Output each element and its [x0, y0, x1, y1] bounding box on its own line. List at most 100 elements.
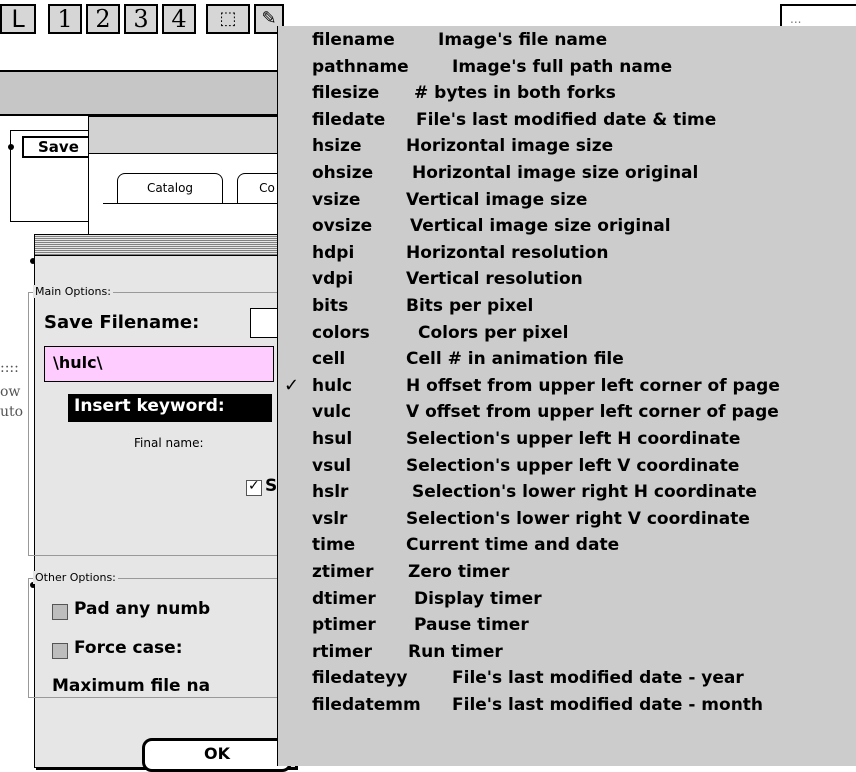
- edge-text-dots: ::::: [0, 360, 19, 376]
- menu-item-rtimer[interactable]: rtimer Run timer: [278, 640, 856, 667]
- menu-item-key: bits: [312, 296, 349, 316]
- menu-item-key: rtimer: [312, 641, 372, 662]
- menu-item-description: Run timer: [408, 641, 503, 662]
- menu-item-key: dtimer: [312, 588, 376, 609]
- edge-text-ow: ow: [0, 384, 21, 400]
- menu-item-key: ztimer: [312, 562, 374, 582]
- menu-item-filedate[interactable]: filedate File's last modified date & time: [278, 108, 856, 135]
- menu-item-description: Selection's upper left H coordinate: [406, 429, 741, 449]
- tool-button-4[interactable]: 4: [162, 4, 196, 34]
- menu-item-description: Display timer: [414, 588, 542, 609]
- insert-keyword-popup[interactable]: Insert keyword:: [68, 394, 272, 422]
- menu-item-description: V offset from upper left corner of page: [406, 402, 779, 423]
- bullet-dot: [8, 144, 14, 150]
- filename-pattern-field[interactable]: \hulc\: [44, 346, 274, 382]
- menu-item-hdpi[interactable]: hdpi Horizontal resolution: [278, 241, 856, 268]
- tool-button-a[interactable]: ᒪ: [0, 4, 36, 34]
- catalog-window-titlebar[interactable]: [89, 117, 309, 154]
- menu-item-description: H offset from upper left corner of page: [406, 375, 780, 396]
- menu-item-key: vslr: [312, 508, 348, 529]
- tab-catalog[interactable]: Catalog: [117, 173, 223, 203]
- edge-text-uto: uto: [0, 404, 24, 420]
- dialog-titlebar[interactable]: [35, 235, 295, 256]
- menu-item-ohsize[interactable]: ohsize Horizontal image size original: [278, 161, 856, 188]
- save-filename-label: Save Filename:: [44, 312, 200, 333]
- menu-item-vsize[interactable]: vsize Vertical image size: [278, 188, 856, 215]
- menu-item-description: Cell # in animation file: [406, 349, 624, 370]
- menu-item-filedatemm[interactable]: filedatemm File's last modified date - mo…: [278, 693, 856, 720]
- menu-item-key: filesize: [312, 83, 380, 104]
- menu-item-dtimer[interactable]: dtimer Display timer: [278, 587, 856, 614]
- menu-item-ztimer[interactable]: ztimer Zero timer: [278, 560, 856, 587]
- menu-item-hslr[interactable]: hslr Selection's lower right H coordinate: [278, 480, 856, 507]
- menu-item-vslr[interactable]: vslr Selection's lower right V coordinate: [278, 507, 856, 534]
- menu-item-cell[interactable]: cell Cell # in animation file: [278, 347, 856, 374]
- menu-item-key: filedatemm: [312, 695, 421, 715]
- menu-item-pathname[interactable]: pathname Image's full path name: [278, 55, 856, 82]
- menu-item-ovsize[interactable]: ovsize Vertical image size original: [278, 214, 856, 241]
- menu-item-description: File's last modified date & time: [416, 109, 717, 130]
- menu-item-description: Image's full path name: [452, 56, 673, 77]
- menu-item-description: Pause timer: [414, 615, 529, 636]
- menu-item-key: hsize: [312, 136, 362, 157]
- menu-item-description: Current time and date: [406, 535, 620, 556]
- menu-item-description: Selection's lower right V coordinate: [406, 508, 750, 529]
- s-checkbox[interactable]: ✓: [246, 478, 262, 496]
- menu-item-key: vdpi: [312, 269, 354, 290]
- menu-item-filename[interactable]: filename Image's file name: [278, 28, 856, 55]
- final-name-label: Final name:: [134, 436, 204, 450]
- save-filename-field[interactable]: [250, 308, 280, 338]
- pad-numbers-checkbox[interactable]: [52, 604, 68, 620]
- menu-item-description: Bits per pixel: [406, 296, 534, 316]
- menu-item-hsize[interactable]: hsize Horizontal image size: [278, 134, 856, 161]
- menu-item-key: vsul: [312, 455, 352, 476]
- marquee-select-icon[interactable]: ⬚: [206, 4, 250, 34]
- menu-item-description: Vertical resolution: [406, 269, 583, 290]
- menu-item-vulc[interactable]: vulc V offset from upper left corner of p…: [278, 400, 856, 427]
- force-case-checkbox[interactable]: [52, 643, 68, 659]
- keyword-popup-menu: filename Image's file name pathname Image's…: [277, 26, 856, 766]
- menu-item-description: Colors per pixel: [418, 322, 569, 343]
- menu-item-description: File's last modified date - year: [452, 668, 744, 689]
- menu-item-vsul[interactable]: vsul Selection's upper left V coordinate: [278, 454, 856, 481]
- menu-item-key: vsize: [312, 189, 361, 210]
- s-checkbox-label: S: [265, 476, 278, 496]
- tool-button-3[interactable]: 3: [124, 4, 158, 34]
- menu-item-key: ptimer: [312, 615, 376, 636]
- menu-item-description: Horizontal resolution: [406, 242, 609, 263]
- menu-item-key: filedateyy: [312, 668, 408, 689]
- tool-button-2[interactable]: 2: [86, 4, 120, 34]
- menu-item-key: ovsize: [312, 216, 373, 237]
- menu-item-description: Selection's lower right H coordinate: [412, 482, 757, 503]
- menu-item-key: hulc: [312, 375, 353, 396]
- menu-item-description: Horizontal image size: [406, 136, 614, 157]
- menu-item-hulc[interactable]: ✓ hulc H offset from upper left corner of …: [278, 374, 856, 401]
- menu-item-description: File's last modified date - month: [452, 695, 764, 715]
- menu-item-description: Horizontal image size original: [412, 163, 699, 183]
- menu-item-hsul[interactable]: hsul Selection's upper left H coordinate: [278, 427, 856, 454]
- menu-item-description: Zero timer: [408, 562, 510, 582]
- menu-item-description: Vertical image size: [406, 189, 588, 210]
- menu-item-key: filename: [312, 30, 395, 50]
- menu-item-key: vulc: [312, 402, 352, 423]
- checkmark-icon: ✓: [284, 374, 300, 396]
- menu-item-description: Selection's upper left V coordinate: [406, 455, 740, 476]
- menu-item-colors[interactable]: colors Colors per pixel: [278, 321, 856, 348]
- menu-item-key: colors: [312, 322, 370, 343]
- menu-item-key: time: [312, 535, 356, 556]
- menu-item-bits[interactable]: bits Bits per pixel: [278, 294, 856, 321]
- tool-button-1[interactable]: 1: [48, 4, 82, 34]
- menu-item-filesize[interactable]: filesize # bytes in both forks: [278, 81, 856, 108]
- menu-item-filedateyy[interactable]: filedateyy File's last modified date - ye…: [278, 666, 856, 693]
- menu-item-description: Vertical image size original: [410, 216, 671, 237]
- menu-item-key: filedate: [312, 109, 386, 130]
- menu-item-vdpi[interactable]: vdpi Vertical resolution: [278, 267, 856, 294]
- menu-item-time[interactable]: time Current time and date: [278, 533, 856, 560]
- menu-item-key: hsul: [312, 429, 353, 449]
- menu-item-key: hdpi: [312, 242, 355, 263]
- other-options-label: Other Options:: [33, 571, 118, 584]
- menu-item-ptimer[interactable]: ptimer Pause timer: [278, 613, 856, 640]
- tab-divider: [103, 203, 303, 204]
- ok-button[interactable]: OK: [142, 738, 292, 772]
- main-options-label: Main Options:: [33, 285, 113, 298]
